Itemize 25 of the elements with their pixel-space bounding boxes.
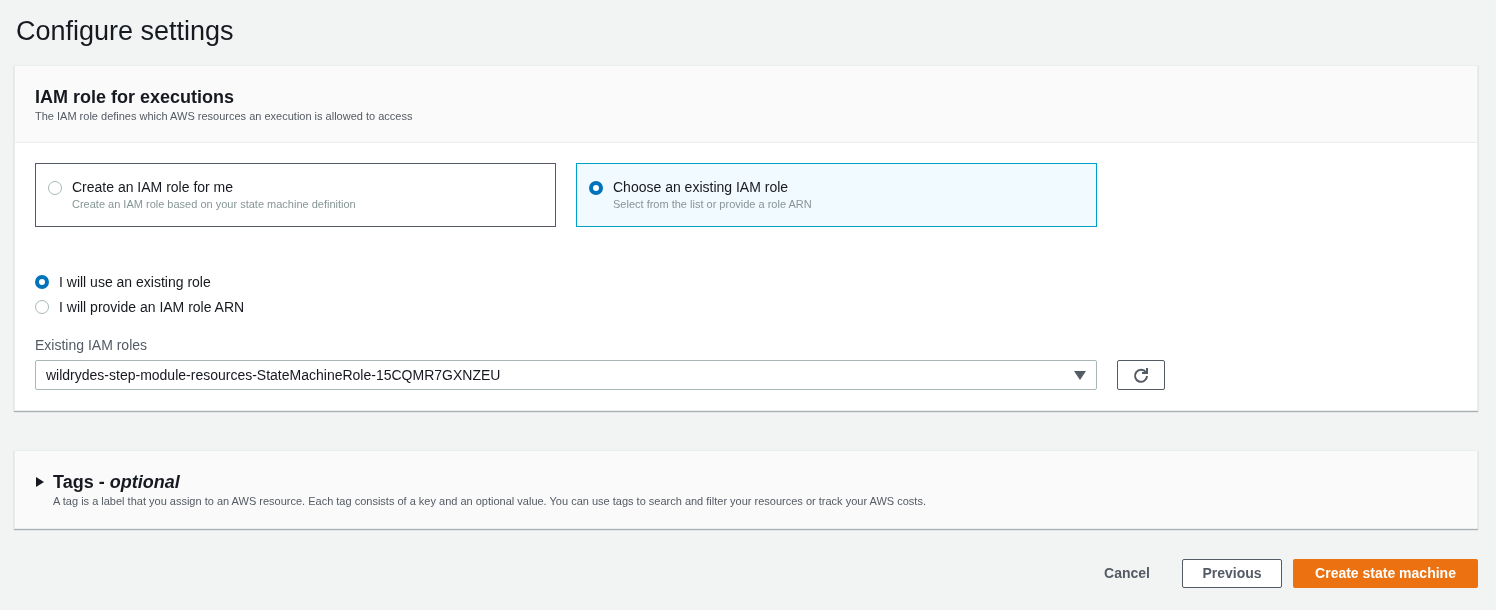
radio-button[interactable] [48, 181, 62, 195]
radio-label[interactable]: I will provide an IAM role ARN [59, 298, 245, 316]
refresh-button[interactable] [1117, 360, 1165, 390]
radio-button[interactable] [35, 300, 49, 314]
panel-title[interactable]: Tags - optional [53, 471, 180, 493]
option-label: Choose an existing IAM role [613, 179, 790, 196]
radio-label[interactable]: I will use an existing role [59, 273, 211, 291]
role-option-card[interactable]: Create an IAM role for me Create an IAM role based on your state machine definition [35, 163, 556, 227]
previous-button[interactable]: Previous [1182, 559, 1282, 588]
option-description: Create an IAM role based on your state machine definition [72, 197, 356, 211]
panel-description: The IAM role defines which AWS resources an execution is allowed to access [35, 109, 414, 123]
field-label: Existing IAM roles [35, 337, 149, 354]
option-description: Select from the list or provide a role ARN [613, 197, 812, 211]
panel-title: IAM role for executions [35, 86, 236, 108]
refresh-icon [1132, 366, 1150, 384]
dropdown-caret-icon [1074, 370, 1086, 380]
cancel-button[interactable]: Cancel [1084, 559, 1170, 588]
expand-caret-icon[interactable] [35, 477, 45, 487]
role-option-card[interactable]: Choose an existing IAM role Select from the list or provide a role ARN [576, 163, 1097, 227]
option-label: Create an IAM role for me [72, 179, 235, 196]
panel-description: A tag is a label that you assign to an AWS resource. Each tag consists of a key and an optional value. You can use tags to search and filter your resources or track your AWS costs. [53, 494, 927, 508]
radio-button[interactable] [35, 275, 49, 289]
role-select[interactable]: wildrydes-step-module-resources-StateMachineRole-15CQMR7GXNZEU [35, 360, 1097, 390]
page-title: Configure settings [16, 15, 235, 48]
radio-button[interactable] [589, 181, 603, 195]
